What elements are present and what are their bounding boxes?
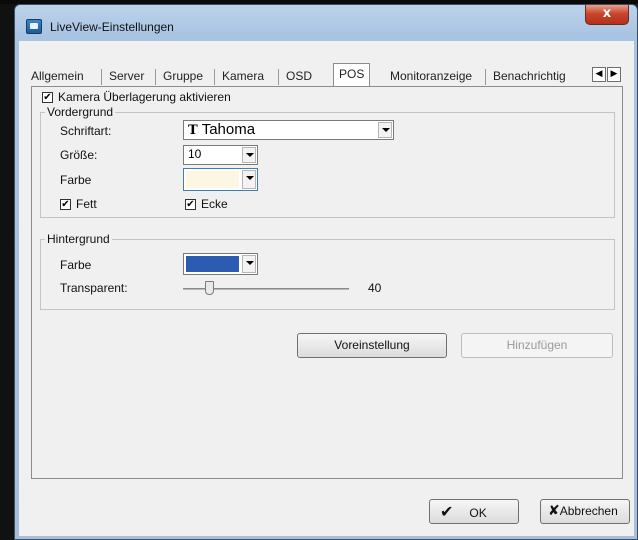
corner-label: Ecke <box>201 197 228 211</box>
tab-separator <box>485 69 486 85</box>
font-dropdown[interactable]: T Tahoma <box>183 120 394 140</box>
cancel-button[interactable]: ✘Abbrechen <box>540 499 630 524</box>
corner-checkbox[interactable]: ✔ <box>185 199 196 210</box>
checkmark-icon: ✔ <box>440 502 454 521</box>
tab-server[interactable]: Server <box>109 67 144 87</box>
transparency-value: 40 <box>368 281 382 295</box>
dialog-client: Allgemein Server Gruppe Kamera OSD POS M… <box>19 41 634 536</box>
fg-color-label: Farbe <box>60 173 92 187</box>
tab-benachrichtigung[interactable]: Benachrichtig <box>493 67 566 87</box>
foreground-group: Vordergrund Schriftart: T Tahoma Größe: 1… <box>40 105 615 218</box>
tab-scroll-left-icon[interactable]: ◀ <box>592 67 606 82</box>
cross-icon: ✘ <box>548 503 560 519</box>
size-label: Größe: <box>60 148 98 162</box>
overlay-label: Kamera Überlagerung aktivieren <box>58 90 231 104</box>
tab-bar: Allgemein Server Gruppe Kamera OSD POS M… <box>29 63 623 87</box>
tab-scroll-right-icon[interactable]: ▶ <box>607 67 621 82</box>
fg-color-swatch <box>186 171 239 188</box>
chevron-down-icon[interactable] <box>378 122 392 138</box>
transparent-label: Transparent: <box>60 281 128 295</box>
bold-checkbox[interactable]: ✔ <box>60 199 71 210</box>
tab-kamera[interactable]: Kamera <box>222 67 264 87</box>
transparency-slider-thumb[interactable] <box>205 281 214 295</box>
tab-gruppe[interactable]: Gruppe <box>163 67 203 87</box>
pos-tab-panel: ✔ Kamera Überlagerung aktivieren Vorderg… <box>31 86 623 479</box>
chevron-down-icon[interactable] <box>242 170 256 189</box>
bg-color-swatch <box>186 256 239 272</box>
font-type-icon: T <box>188 123 198 138</box>
font-value: Tahoma <box>201 121 256 138</box>
settings-window: LiveView-Einstellungen x Allgemein Serve… <box>14 4 638 540</box>
close-button[interactable]: x <box>585 5 629 25</box>
title-bar[interactable]: LiveView-Einstellungen x <box>20 5 633 41</box>
cancel-label: Abbrechen <box>559 504 618 518</box>
tab-allgemein[interactable]: Allgemein <box>31 67 84 87</box>
tab-osd[interactable]: OSD <box>286 67 312 87</box>
tab-separator <box>101 69 102 85</box>
font-label: Schriftart: <box>60 124 112 138</box>
tab-separator <box>278 69 279 85</box>
bg-color-picker[interactable] <box>183 253 258 275</box>
background-group: Hintergrund Farbe Transparent: 40 <box>40 232 615 310</box>
tab-separator <box>155 69 156 85</box>
size-dropdown[interactable]: 10 <box>183 145 258 165</box>
preset-button[interactable]: Voreinstellung <box>297 333 447 358</box>
bold-label: Fett <box>76 197 97 211</box>
background-title: Hintergrund <box>45 232 112 246</box>
bg-color-label: Farbe <box>60 258 92 272</box>
size-value: 10 <box>188 147 202 161</box>
fg-color-picker[interactable] <box>183 168 258 191</box>
window-title: LiveView-Einstellungen <box>50 20 174 34</box>
ok-button[interactable]: ✔ OK <box>429 499 519 524</box>
foreground-title: Vordergrund <box>45 105 116 119</box>
tab-pos[interactable]: POS <box>333 63 371 87</box>
add-button[interactable]: Hinzufügen <box>461 333 613 358</box>
overlay-checkbox[interactable]: ✔ <box>42 92 53 103</box>
tab-separator <box>214 69 215 85</box>
tab-monitoranzeige[interactable]: Monitoranzeige <box>390 67 472 87</box>
app-icon <box>26 19 42 34</box>
chevron-down-icon[interactable] <box>242 255 256 273</box>
ok-label: OK <box>469 506 487 520</box>
chevron-down-icon[interactable] <box>242 147 256 163</box>
